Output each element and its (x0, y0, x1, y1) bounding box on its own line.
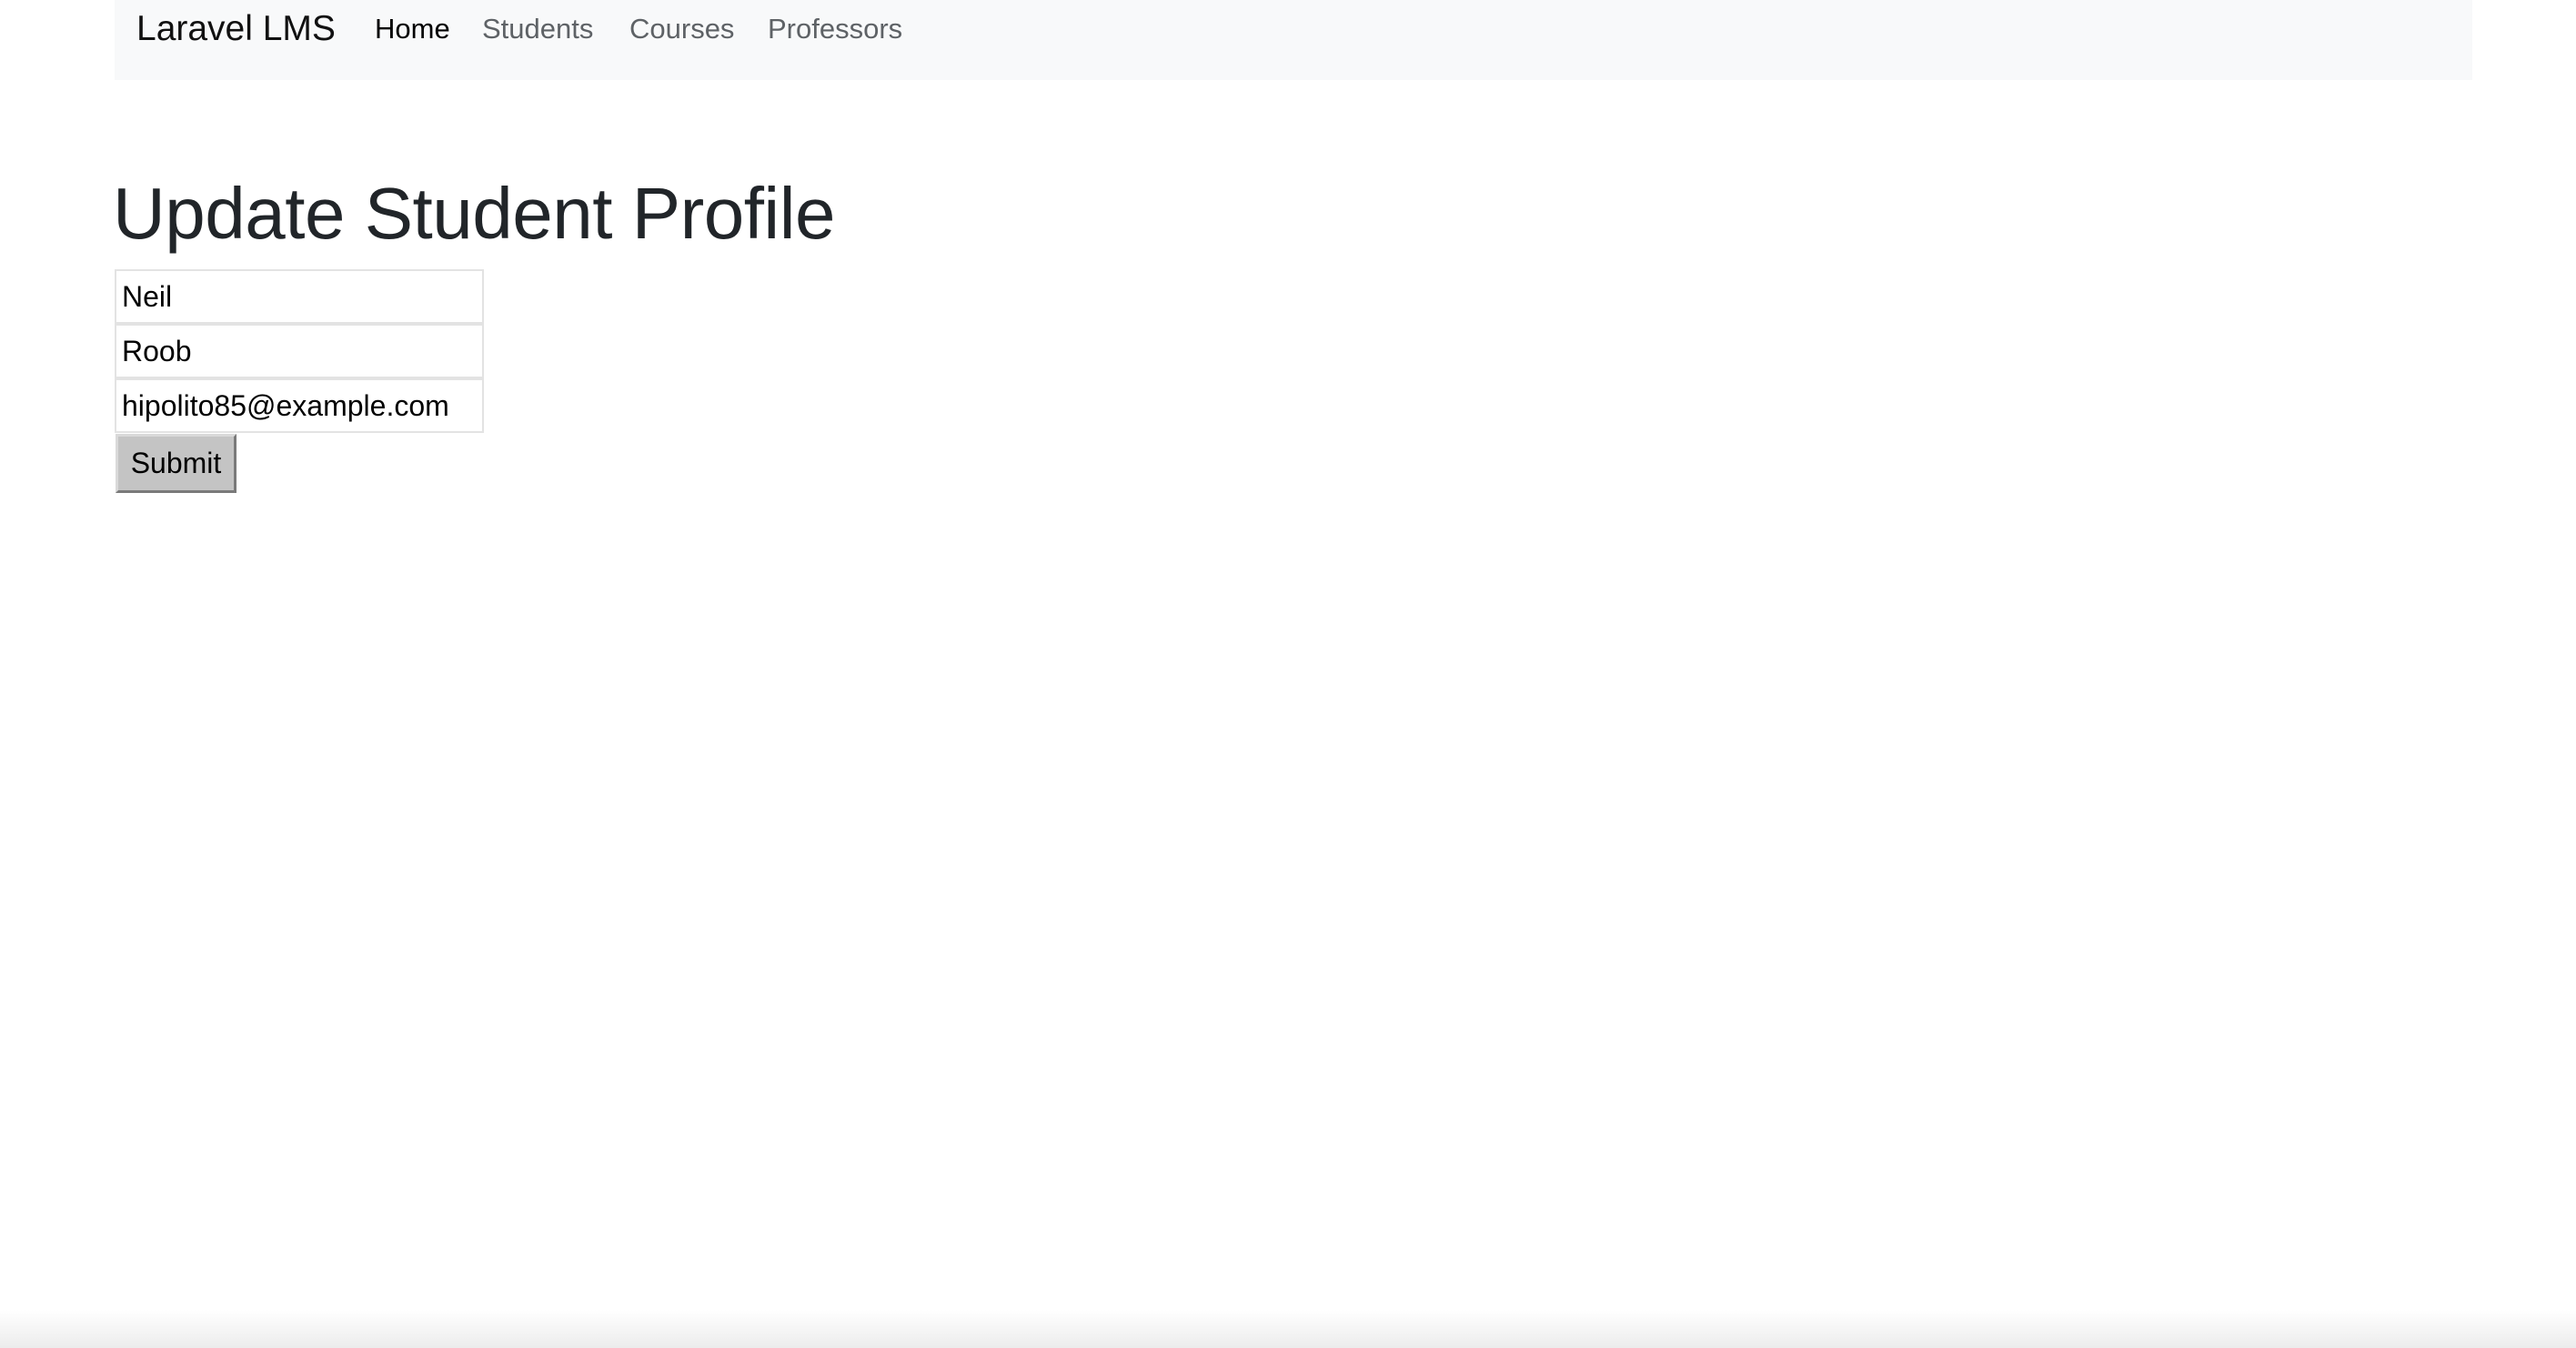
nav-link-students[interactable]: Students (482, 8, 593, 50)
submit-button[interactable]: Submit (116, 434, 236, 493)
window-bottom-edge (0, 1310, 2576, 1348)
nav-link-professors[interactable]: Professors (768, 8, 902, 50)
brand-link[interactable]: Laravel LMS (136, 6, 336, 52)
email-input[interactable] (115, 378, 484, 433)
nav-link-courses[interactable]: Courses (629, 8, 734, 50)
top-navbar: Laravel LMS Home Students Courses Profes… (115, 0, 2472, 80)
page: Laravel LMS Home Students Courses Profes… (0, 0, 2576, 1348)
nav-link-home[interactable]: Home (375, 8, 450, 50)
last-name-input[interactable] (115, 324, 484, 378)
page-title: Update Student Profile (113, 173, 835, 254)
first-name-input[interactable] (115, 269, 484, 324)
